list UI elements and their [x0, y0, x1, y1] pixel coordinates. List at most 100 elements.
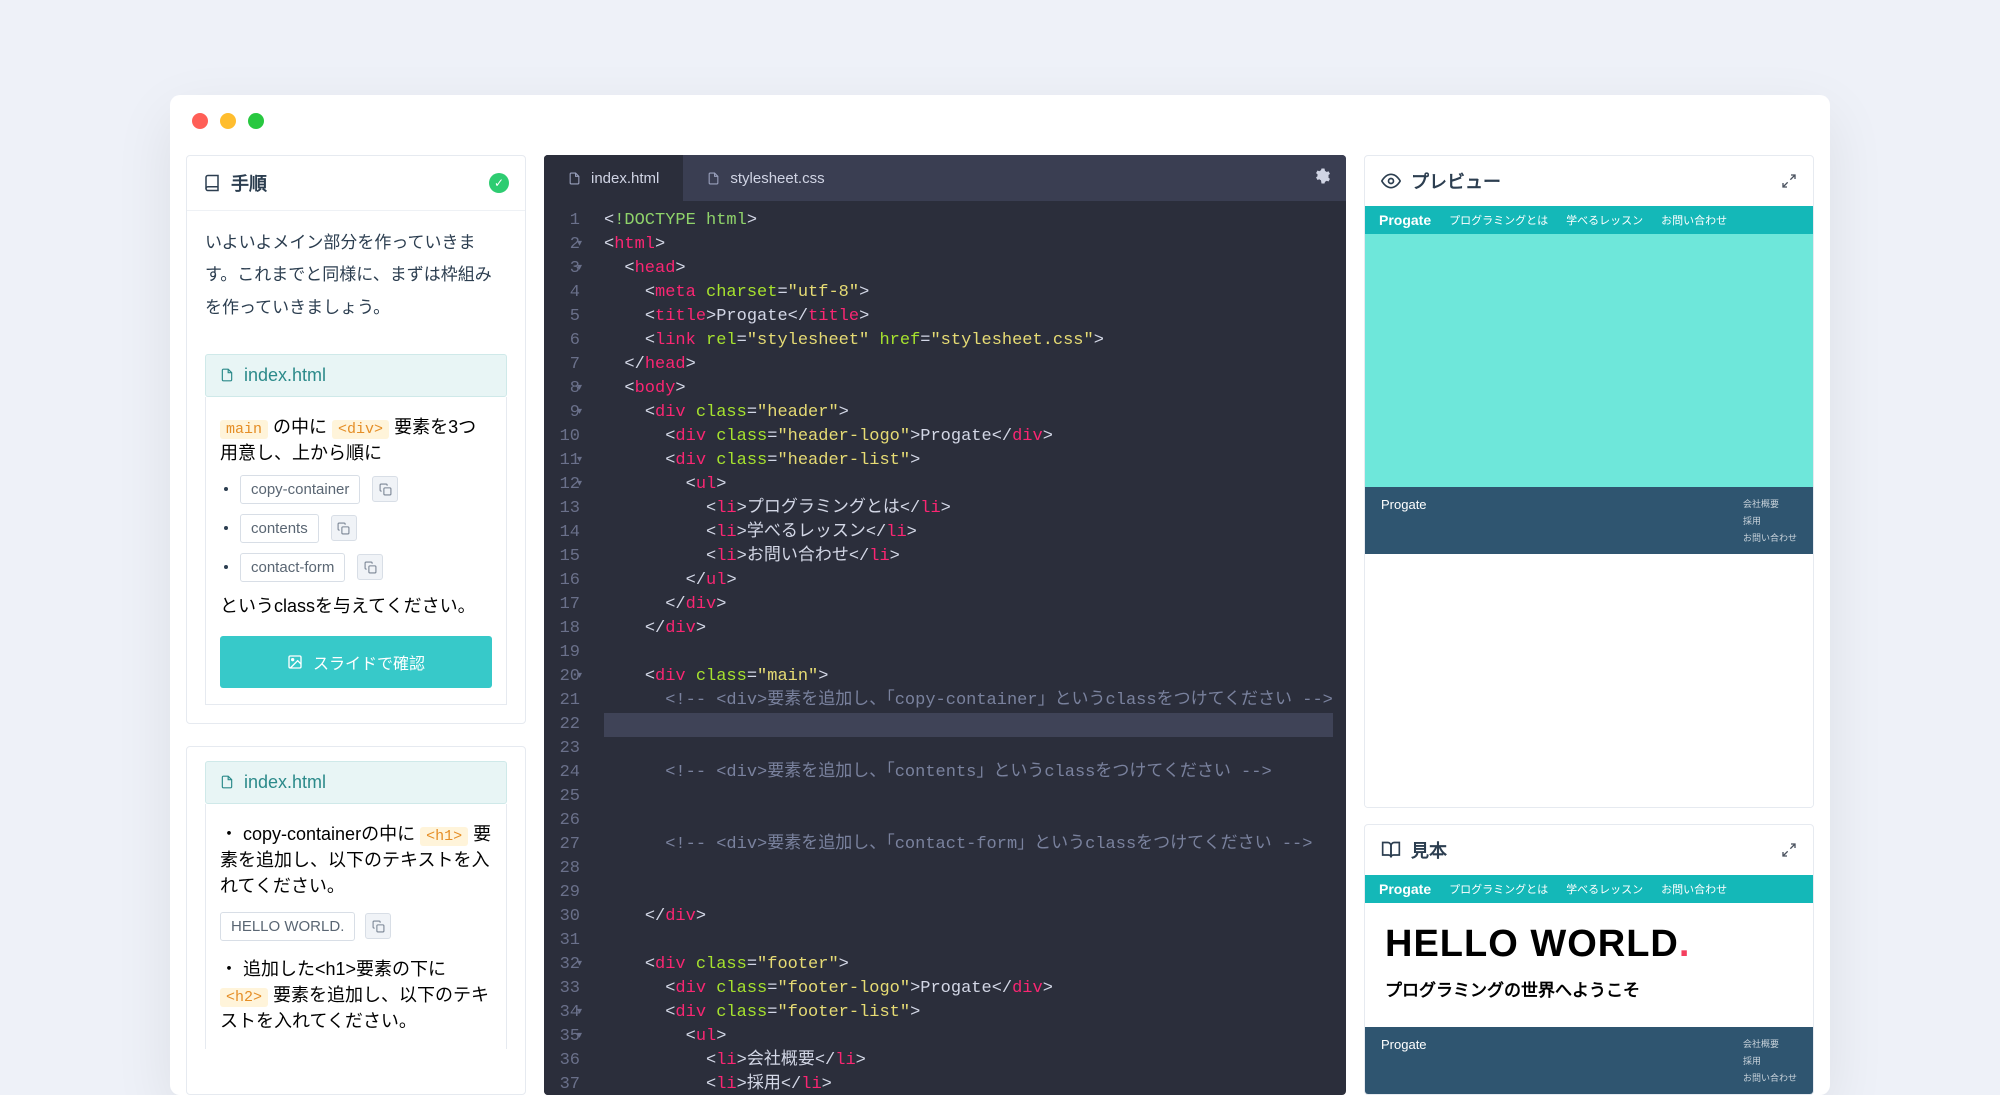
chip-row-0: copy-container	[220, 475, 492, 504]
file-icon	[707, 171, 720, 186]
copy-icon	[364, 561, 377, 574]
copy-button[interactable]	[365, 913, 391, 939]
file-icon	[568, 171, 581, 186]
code-chip-div: <div>	[332, 420, 389, 439]
tab-index-html[interactable]: index.html	[544, 155, 683, 201]
expand-button[interactable]	[1781, 173, 1797, 189]
preview-hero	[1365, 234, 1813, 487]
copy-icon	[337, 522, 350, 535]
instruction-line-1: main の中に <div> 要素を3つ用意し、上から順に	[220, 413, 492, 465]
tab-label: index.html	[591, 170, 659, 187]
book-icon	[203, 174, 221, 192]
footer-link: お問い合わせ	[1743, 1071, 1797, 1084]
footer-link: 会社概要	[1743, 497, 1797, 510]
eye-icon	[1381, 171, 1401, 191]
copy-icon	[372, 920, 385, 933]
text: ・ copy-containerの中に	[220, 824, 415, 844]
instructions-panel-1: 手順 ✓ いよいよメイン部分を作っていきます。これまでと同様に、まずは枠組みを作…	[186, 155, 526, 724]
check-icon: ✓	[489, 173, 509, 193]
minimize-icon[interactable]	[220, 113, 236, 129]
app-window: 手順 ✓ いよいよメイン部分を作っていきます。これまでと同様に、まずは枠組みを作…	[170, 95, 1830, 1095]
nav-item: 学べるレッスン	[1566, 212, 1643, 228]
sample-hero: HELLO WORLD. プログラミングの世界へようこそ	[1365, 903, 1813, 1027]
instructions-column: 手順 ✓ いよいよメイン部分を作っていきます。これまでと同様に、まずは枠組みを作…	[186, 155, 526, 1095]
preview-logo: Progate	[1379, 212, 1431, 228]
footer-link: 採用	[1743, 1054, 1797, 1067]
editor-tabs: index.html stylesheet.css	[544, 155, 1346, 201]
text-chip: HELLO WORLD.	[220, 912, 355, 941]
footer-link: 会社概要	[1743, 1037, 1797, 1050]
preview-title: プレビュー	[1411, 168, 1501, 194]
instruction-box-2: ・ copy-containerの中に <h1> 要素を追加し、以下のテキストを…	[205, 804, 507, 1049]
nav-item: お問い合わせ	[1661, 212, 1727, 228]
code-editor[interactable]: index.html stylesheet.css 12345678910111…	[544, 155, 1346, 1095]
preview-panel: プレビュー Progate プログラミングとは 学べるレッスン お問い合わせ	[1364, 155, 1814, 808]
sample-panel: 見本 Progate プログラミングとは 学べるレッスン お問い合わせ HELL…	[1364, 824, 1814, 1095]
instructions-header: 手順 ✓	[187, 156, 525, 211]
zoom-icon[interactable]	[248, 113, 264, 129]
instruction-box-1: main の中に <div> 要素を3つ用意し、上から順に copy-conta…	[205, 397, 507, 705]
class-chip: contact-form	[240, 553, 345, 582]
nav-item: 学べるレッスン	[1566, 881, 1643, 897]
instruction-line-2: というclassを与えてください。	[220, 592, 492, 618]
chip-row-2: contact-form	[220, 553, 492, 582]
preview-header: Progate プログラミングとは 学べるレッスン お問い合わせ	[1365, 206, 1813, 234]
nav-item: プログラミングとは	[1449, 881, 1548, 897]
expand-icon	[1781, 842, 1797, 858]
file-name: index.html	[244, 365, 326, 386]
bullet-icon	[224, 565, 228, 569]
tab-stylesheet-css[interactable]: stylesheet.css	[683, 155, 848, 201]
code-area[interactable]: 1234567891011121314151617181920212223242…	[544, 201, 1346, 1095]
intro-text: いよいよメイン部分を作っていきます。これまでと同様に、まずは枠組みを作っていきま…	[187, 211, 525, 340]
file-name: index.html	[244, 772, 326, 793]
tab-label: stylesheet.css	[730, 170, 824, 187]
gear-icon	[1314, 167, 1332, 185]
copy-button[interactable]	[372, 476, 398, 502]
sample-logo: Progate	[1379, 881, 1431, 897]
code-chip-main: main	[220, 420, 268, 439]
code-content[interactable]: <!DOCTYPE html><html> <head> <meta chars…	[590, 201, 1346, 1095]
text: の中に	[273, 417, 327, 437]
sample-subtitle: プログラミングの世界へようこそ	[1385, 976, 1793, 1001]
line-gutter: 1234567891011121314151617181920212223242…	[544, 201, 590, 1095]
expand-button[interactable]	[1781, 842, 1797, 858]
copy-button[interactable]	[331, 515, 357, 541]
chip-row-1: contents	[220, 514, 492, 543]
instructions-panel-2: index.html ・ copy-containerの中に <h1> 要素を追…	[186, 746, 526, 1095]
slideshow-icon	[287, 654, 303, 670]
slide-confirm-button[interactable]: スライドで確認	[220, 636, 492, 688]
footer-link: 採用	[1743, 514, 1797, 527]
instruction-line: ・ copy-containerの中に <h1> 要素を追加し、以下のテキストを…	[220, 820, 492, 898]
preview-column: プレビュー Progate プログラミングとは 学べるレッスン お問い合わせ	[1364, 155, 1814, 1095]
code-chip-h2: <h2>	[220, 988, 268, 1007]
code-chip-h1: <h1>	[420, 827, 468, 846]
copy-button[interactable]	[357, 554, 383, 580]
settings-button[interactable]	[1314, 167, 1332, 185]
instruction-line: ・ 追加した<h1>要素の下に <h2> 要素を追加し、以下のテキストを入れてく…	[220, 955, 492, 1033]
file-icon	[220, 774, 234, 790]
class-chip: contents	[240, 514, 319, 543]
footer-logo: Progate	[1381, 497, 1427, 512]
preview-footer: Progate 会社概要 採用 お問い合わせ	[1365, 487, 1813, 554]
file-label-1: index.html	[205, 354, 507, 397]
expand-icon	[1781, 173, 1797, 189]
nav-item: お問い合わせ	[1661, 881, 1727, 897]
class-chip: copy-container	[240, 475, 360, 504]
sample-render: Progate プログラミングとは 学べるレッスン お問い合わせ HELLO W…	[1365, 875, 1813, 1094]
sample-header: Progate プログラミングとは 学べるレッスン お問い合わせ	[1365, 875, 1813, 903]
sample-title: 見本	[1411, 837, 1447, 863]
footer-logo: Progate	[1381, 1037, 1427, 1052]
file-icon	[220, 367, 234, 383]
file-label-2: index.html	[205, 761, 507, 804]
footer-link: お問い合わせ	[1743, 531, 1797, 544]
window-controls	[192, 113, 264, 129]
sample-hello-world: HELLO WORLD.	[1385, 923, 1793, 966]
copy-icon	[379, 483, 392, 496]
bullet-icon	[224, 526, 228, 530]
close-icon[interactable]	[192, 113, 208, 129]
open-book-icon	[1381, 840, 1401, 860]
text: ・ 追加した<h1>要素の下に	[220, 959, 446, 979]
button-label: スライドで確認	[313, 650, 425, 674]
instructions-title: 手順	[231, 170, 267, 196]
preview-render: Progate プログラミングとは 学べるレッスン お問い合わせ Progate…	[1365, 206, 1813, 807]
